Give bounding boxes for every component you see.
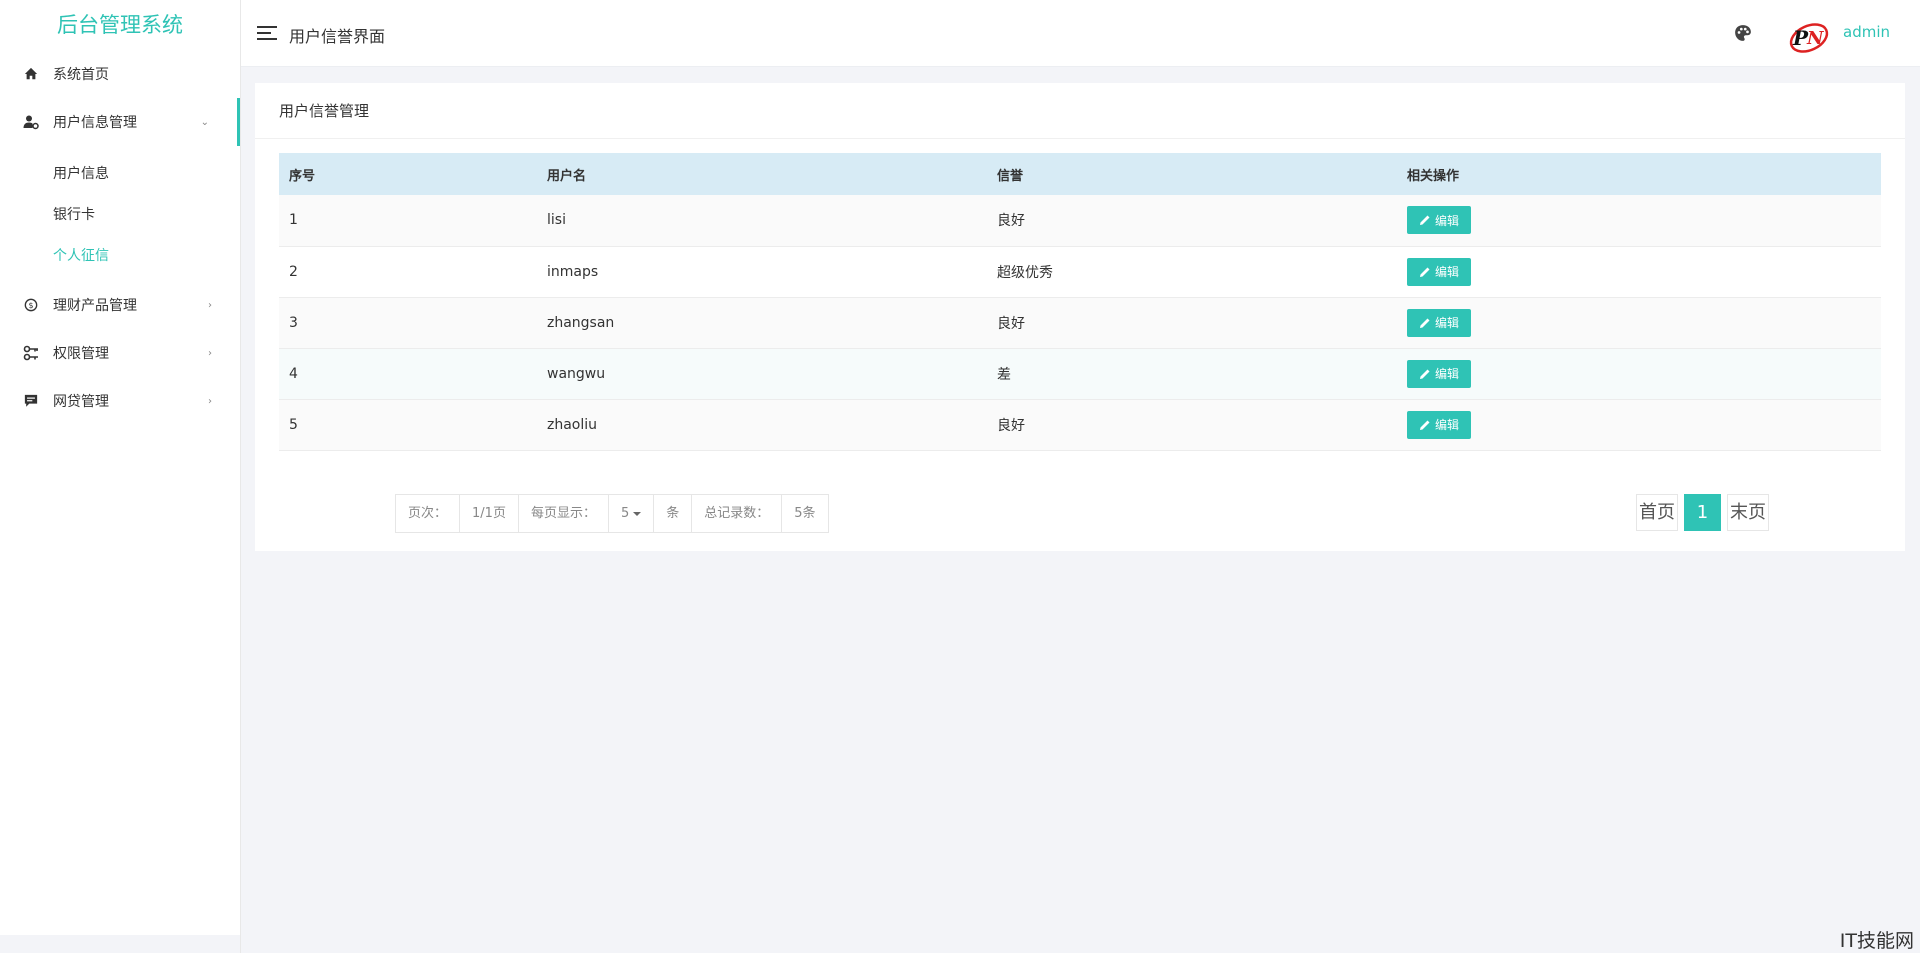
- pencil-icon: [1420, 420, 1430, 430]
- caret-down-icon: [633, 511, 642, 516]
- sidebar-item-permissions[interactable]: 权限管理 ›: [0, 329, 240, 377]
- card-title: 用户信誉管理: [255, 83, 1905, 139]
- cell-credit: 良好: [987, 195, 1397, 247]
- watermark: IT技能网: [1839, 930, 1914, 952]
- table-header-row: 序号 用户名 信誉 相关操作: [279, 153, 1881, 195]
- avatar[interactable]: P N: [1787, 14, 1831, 58]
- menu-toggle-icon[interactable]: [257, 26, 277, 42]
- key-icon: [23, 345, 39, 361]
- sidebar-item-label: 系统首页: [53, 67, 109, 83]
- pencil-icon: [1420, 369, 1430, 379]
- home-icon: [23, 66, 39, 82]
- edit-button[interactable]: 编辑: [1407, 257, 1472, 286]
- chat-icon: [23, 393, 39, 409]
- cell-credit: 超级优秀: [987, 246, 1397, 298]
- last-page-button[interactable]: 末页: [1727, 494, 1769, 531]
- cell-index: 3: [279, 297, 537, 349]
- cell-username: inmaps: [537, 246, 987, 298]
- per-page-label: 每页显示：: [519, 495, 609, 532]
- chevron-right-icon: ›: [208, 299, 212, 311]
- table-row: 5 zhaoliu 良好 编辑: [279, 399, 1881, 451]
- total-label: 总记录数：: [692, 495, 783, 532]
- cell-index: 5: [279, 399, 537, 451]
- sidebar-subitem-personal-credit[interactable]: 个人征信: [0, 236, 240, 277]
- cell-credit: 差: [987, 348, 1397, 400]
- cell-index: 4: [279, 348, 537, 400]
- per-page-unit: 条: [654, 495, 693, 532]
- cell-username: zhangsan: [537, 297, 987, 349]
- palette-icon[interactable]: [1734, 24, 1752, 42]
- table-row: 4 wangwu 差 编辑: [279, 348, 1881, 400]
- first-page-button[interactable]: 首页: [1636, 494, 1678, 531]
- pager: 首页 1 末页: [1636, 494, 1769, 531]
- user-settings-icon: [23, 114, 39, 130]
- sidebar-item-home[interactable]: 系统首页: [0, 50, 240, 98]
- chevron-right-icon: ›: [208, 395, 212, 407]
- edit-button[interactable]: 编辑: [1407, 359, 1472, 388]
- column-header-actions: 相关操作: [1407, 168, 1460, 184]
- cell-index: 2: [279, 246, 537, 298]
- sidebar-item-user-info-management[interactable]: 用户信息管理 ⌄: [0, 98, 240, 146]
- pagination-info: 页次： 1/1页 每页显示： 5 条 总记录数： 5条: [395, 494, 829, 533]
- total-value: 5条: [794, 506, 816, 521]
- svg-text:$: $: [28, 301, 33, 310]
- svg-text:N: N: [1806, 28, 1825, 49]
- per-page-select[interactable]: 5: [609, 495, 655, 532]
- credit-management-card: 用户信誉管理 序号 用户名 信誉 相关操作 1 lisi 良好 编辑 2 inm…: [255, 83, 1905, 551]
- edit-button[interactable]: 编辑: [1407, 410, 1472, 439]
- column-header-credit: 信誉: [997, 168, 1024, 184]
- table-row: 2 inmaps 超级优秀 编辑: [279, 246, 1881, 298]
- cell-username: wangwu: [537, 348, 987, 400]
- sidebar-item-finance-products[interactable]: $ 理财产品管理 ›: [0, 281, 240, 329]
- table-row: 1 lisi 良好 编辑: [279, 195, 1881, 247]
- column-header-index: 序号: [289, 168, 316, 184]
- current-page-button[interactable]: 1: [1684, 494, 1721, 531]
- sidebar-subitem-user-info[interactable]: 用户信息: [0, 154, 240, 195]
- cell-credit: 良好: [987, 297, 1397, 349]
- cell-index: 1: [279, 195, 537, 247]
- chevron-right-icon: ›: [208, 347, 212, 359]
- sidebar: 后台管理系统 系统首页 用户信息管理 ⌄ 用户信息 银行卡 个人征信 $ 理财产…: [0, 0, 241, 953]
- username-link[interactable]: admin: [1843, 23, 1890, 41]
- app-logo-title: 后台管理系统: [57, 13, 183, 37]
- pencil-icon: [1420, 267, 1430, 277]
- sidebar-item-label: 理财产品管理: [53, 298, 137, 314]
- edit-button[interactable]: 编辑: [1407, 206, 1472, 235]
- cell-username: lisi: [537, 195, 987, 247]
- top-header: 用户信誉界面 P N admin: [241, 0, 1920, 67]
- sidebar-item-label: 权限管理: [53, 346, 109, 362]
- pencil-icon: [1420, 215, 1430, 226]
- sidebar-subitem-bank-card[interactable]: 银行卡: [0, 195, 240, 236]
- credit-table: 序号 用户名 信誉 相关操作 1 lisi 良好 编辑 2 inmaps 超级优…: [279, 153, 1881, 451]
- pencil-icon: [1420, 318, 1430, 328]
- sidebar-footer-strip: [0, 935, 240, 953]
- page-title: 用户信誉界面: [289, 27, 386, 46]
- sidebar-submenu: 用户信息 银行卡 个人征信: [0, 146, 240, 281]
- cell-username: zhaoliu: [537, 399, 987, 451]
- column-header-username: 用户名: [547, 168, 587, 184]
- sidebar-item-label: 网贷管理: [53, 394, 109, 410]
- page-label: 页次：: [396, 495, 461, 532]
- sidebar-item-online-loans[interactable]: 网贷管理 ›: [0, 377, 240, 425]
- page-value: 1/1页: [460, 495, 519, 532]
- edit-button[interactable]: 编辑: [1407, 308, 1472, 337]
- money-icon: $: [23, 297, 39, 313]
- chevron-down-icon: ⌄: [200, 116, 209, 128]
- table-row: 3 zhangsan 良好 编辑: [279, 297, 1881, 349]
- cell-credit: 良好: [987, 399, 1397, 451]
- sidebar-item-label: 用户信息管理: [53, 115, 137, 131]
